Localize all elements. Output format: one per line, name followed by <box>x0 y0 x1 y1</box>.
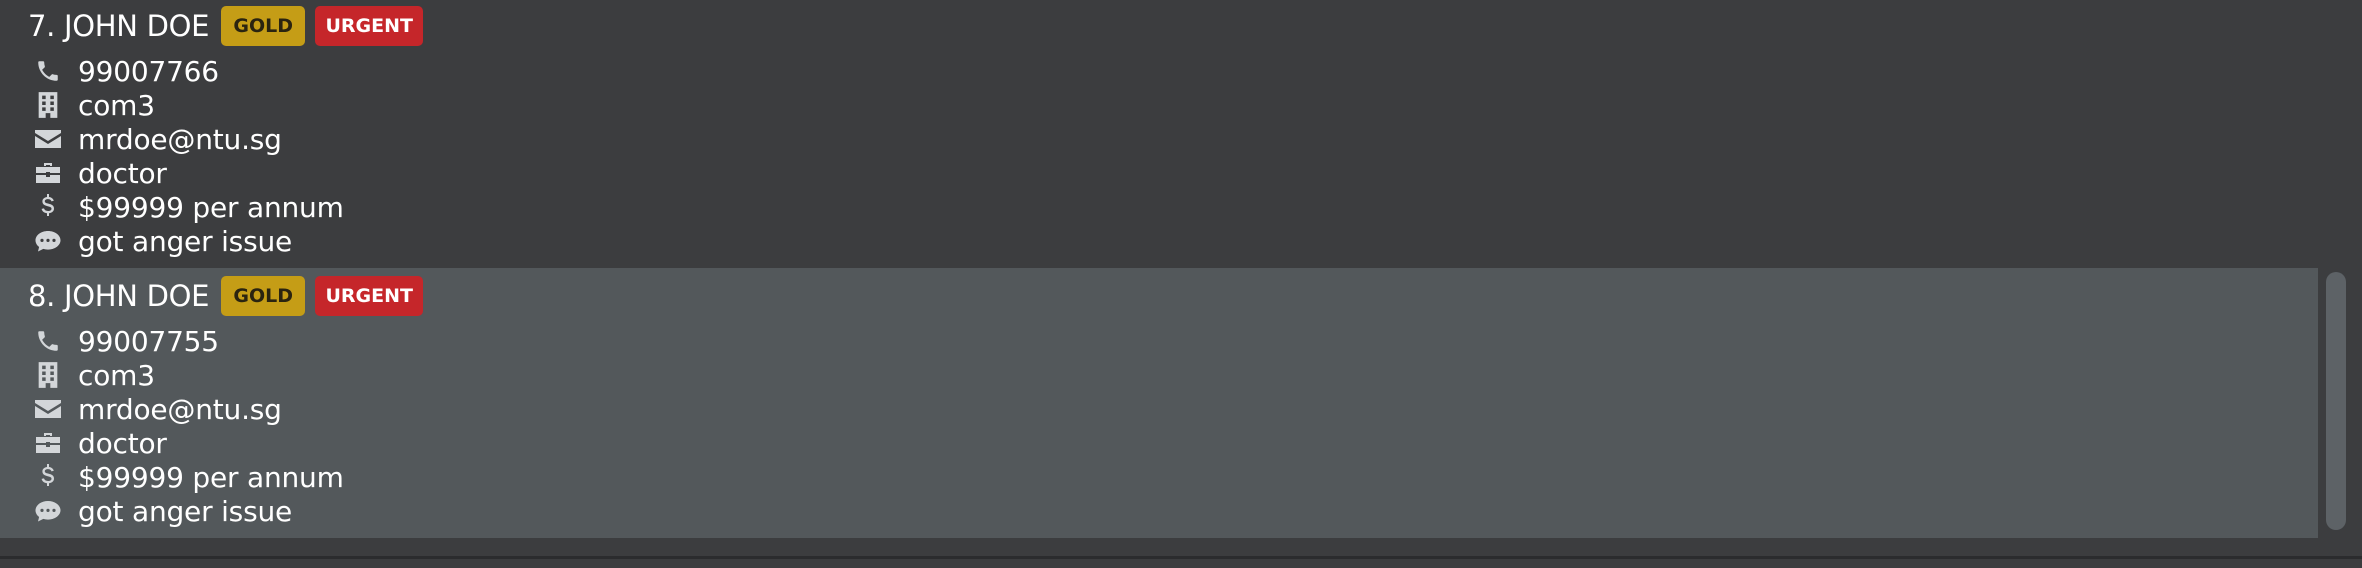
address-value: com3 <box>78 88 155 122</box>
person-name: 7. JOHN DOE <box>28 9 209 43</box>
comment-icon <box>28 224 68 258</box>
comment-icon <box>28 494 68 528</box>
person-index: 7. <box>28 9 56 43</box>
person-name: 8. JOHN DOE <box>28 279 209 313</box>
remark-row: got anger issue <box>28 494 2318 528</box>
person-name-text: JOHN DOE <box>64 279 210 313</box>
briefcase-icon <box>28 426 68 460</box>
email-value: mrdoe@ntu.sg <box>78 122 282 156</box>
briefcase-icon <box>28 156 68 190</box>
person-index: 8. <box>28 279 56 313</box>
occupation-value: doctor <box>78 426 167 460</box>
person-list-panel: 7. JOHN DOE GOLD URGENT 99007766 com3 mr… <box>0 0 2362 568</box>
person-name-text: JOHN DOE <box>64 9 210 43</box>
vertical-scrollbar-thumb[interactable] <box>2326 272 2346 530</box>
person-card-header: 8. JOHN DOE GOLD URGENT <box>28 268 2318 324</box>
tag-urgent: URGENT <box>315 6 424 46</box>
building-icon <box>28 88 68 122</box>
person-card[interactable]: 7. JOHN DOE GOLD URGENT 99007766 com3 mr… <box>0 0 2318 268</box>
income-row: $99999 per annum <box>28 460 2318 494</box>
phone-value: 99007766 <box>78 54 219 88</box>
email-row: mrdoe@ntu.sg <box>28 392 2318 426</box>
address-value: com3 <box>78 358 155 392</box>
tag-urgent: URGENT <box>315 276 424 316</box>
income-row: $99999 per annum <box>28 190 2318 224</box>
email-row: mrdoe@ntu.sg <box>28 122 2318 156</box>
dollar-icon <box>28 460 68 494</box>
divider <box>0 556 2362 559</box>
income-value: $99999 per annum <box>78 190 344 224</box>
remark-row: got anger issue <box>28 224 2318 258</box>
person-card[interactable]: 8. JOHN DOE GOLD URGENT 99007755 com3 mr… <box>0 268 2318 538</box>
phone-row: 99007755 <box>28 324 2318 358</box>
phone-row: 99007766 <box>28 54 2318 88</box>
dollar-icon <box>28 190 68 224</box>
building-icon <box>28 358 68 392</box>
envelope-icon <box>28 392 68 426</box>
person-card-header: 7. JOHN DOE GOLD URGENT <box>28 0 2318 54</box>
occupation-value: doctor <box>78 156 167 190</box>
occupation-row: doctor <box>28 426 2318 460</box>
income-value: $99999 per annum <box>78 460 344 494</box>
address-row: com3 <box>28 88 2318 122</box>
phone-value: 99007755 <box>78 324 219 358</box>
address-row: com3 <box>28 358 2318 392</box>
remark-value: got anger issue <box>78 224 293 258</box>
tag-gold: GOLD <box>221 276 306 316</box>
phone-icon <box>28 324 68 358</box>
envelope-icon <box>28 122 68 156</box>
person-list[interactable]: 7. JOHN DOE GOLD URGENT 99007766 com3 mr… <box>0 0 2318 538</box>
remark-value: got anger issue <box>78 494 293 528</box>
phone-icon <box>28 54 68 88</box>
occupation-row: doctor <box>28 156 2318 190</box>
email-value: mrdoe@ntu.sg <box>78 392 282 426</box>
tag-gold: GOLD <box>221 6 306 46</box>
